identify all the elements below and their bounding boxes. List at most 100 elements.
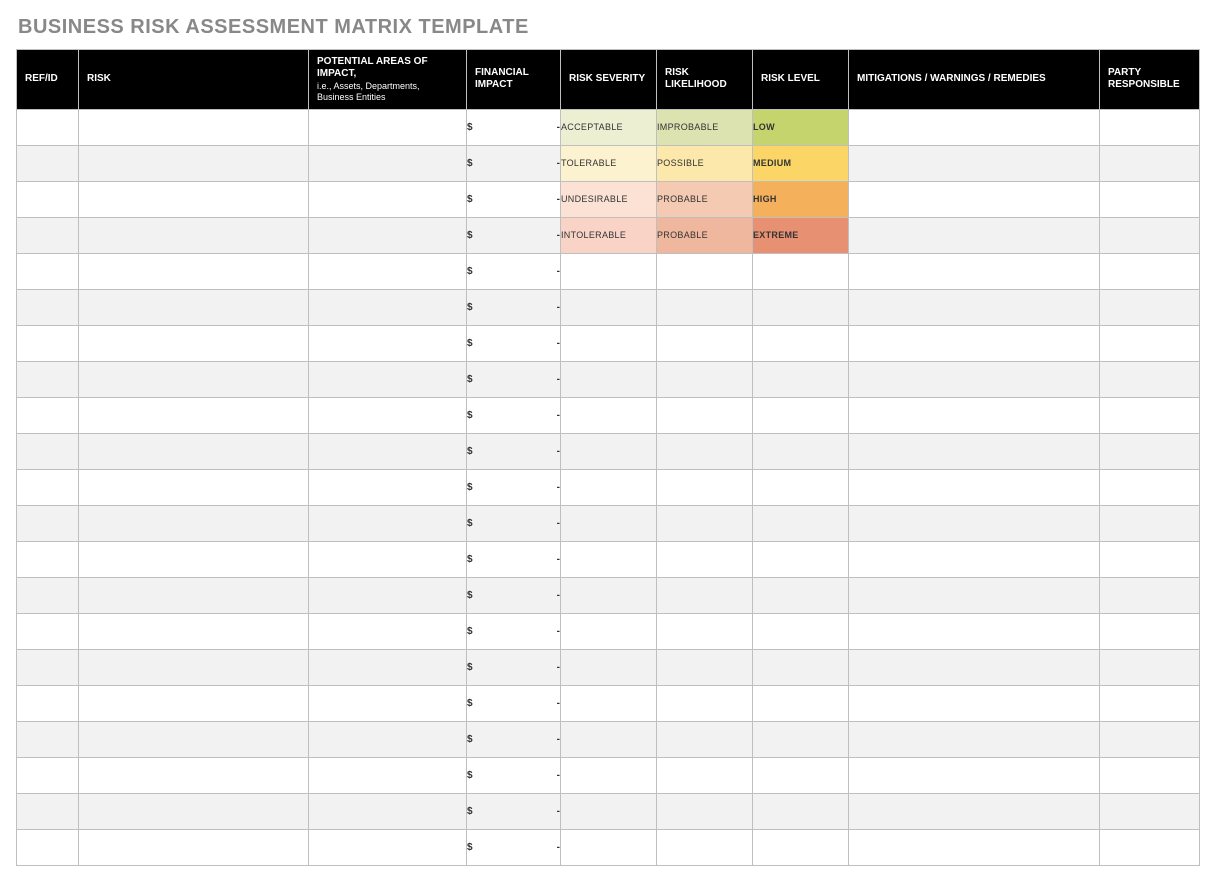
cell-risk[interactable] — [79, 793, 309, 829]
cell-likelihood[interactable]: IMPROBABLE — [657, 109, 753, 145]
cell-financial[interactable]: $- — [467, 325, 561, 361]
cell-party[interactable] — [1100, 433, 1200, 469]
cell-severity[interactable] — [561, 505, 657, 541]
cell-areas[interactable] — [309, 145, 467, 181]
cell-party[interactable] — [1100, 253, 1200, 289]
cell-risk[interactable] — [79, 145, 309, 181]
cell-likelihood[interactable] — [657, 721, 753, 757]
cell-severity[interactable]: TOLERABLE — [561, 145, 657, 181]
cell-level[interactable] — [753, 505, 849, 541]
cell-party[interactable] — [1100, 289, 1200, 325]
cell-party[interactable] — [1100, 505, 1200, 541]
cell-level[interactable] — [753, 757, 849, 793]
cell-severity[interactable] — [561, 253, 657, 289]
cell-level[interactable] — [753, 793, 849, 829]
cell-likelihood[interactable] — [657, 541, 753, 577]
cell-areas[interactable] — [309, 325, 467, 361]
cell-party[interactable] — [1100, 325, 1200, 361]
cell-severity[interactable] — [561, 325, 657, 361]
cell-areas[interactable] — [309, 181, 467, 217]
cell-ref[interactable] — [17, 793, 79, 829]
cell-financial[interactable]: $- — [467, 541, 561, 577]
cell-severity[interactable] — [561, 433, 657, 469]
cell-level[interactable] — [753, 649, 849, 685]
cell-ref[interactable] — [17, 217, 79, 253]
cell-risk[interactable] — [79, 361, 309, 397]
cell-risk[interactable] — [79, 289, 309, 325]
cell-mitigations[interactable] — [849, 505, 1100, 541]
cell-level[interactable] — [753, 361, 849, 397]
cell-financial[interactable]: $- — [467, 793, 561, 829]
cell-level[interactable] — [753, 397, 849, 433]
cell-financial[interactable]: $- — [467, 109, 561, 145]
cell-risk[interactable] — [79, 469, 309, 505]
cell-mitigations[interactable] — [849, 469, 1100, 505]
cell-financial[interactable]: $- — [467, 253, 561, 289]
cell-severity[interactable] — [561, 721, 657, 757]
cell-areas[interactable] — [309, 253, 467, 289]
cell-risk[interactable] — [79, 397, 309, 433]
cell-ref[interactable] — [17, 145, 79, 181]
cell-likelihood[interactable] — [657, 253, 753, 289]
cell-level[interactable]: MEDIUM — [753, 145, 849, 181]
cell-mitigations[interactable] — [849, 433, 1100, 469]
cell-severity[interactable]: INTOLERABLE — [561, 217, 657, 253]
cell-financial[interactable]: $- — [467, 181, 561, 217]
cell-mitigations[interactable] — [849, 541, 1100, 577]
cell-ref[interactable] — [17, 541, 79, 577]
cell-financial[interactable]: $- — [467, 757, 561, 793]
cell-mitigations[interactable] — [849, 829, 1100, 865]
cell-severity[interactable] — [561, 685, 657, 721]
cell-party[interactable] — [1100, 685, 1200, 721]
cell-mitigations[interactable] — [849, 793, 1100, 829]
cell-severity[interactable] — [561, 793, 657, 829]
cell-areas[interactable] — [309, 397, 467, 433]
cell-likelihood[interactable] — [657, 577, 753, 613]
cell-risk[interactable] — [79, 217, 309, 253]
cell-party[interactable] — [1100, 613, 1200, 649]
cell-ref[interactable] — [17, 721, 79, 757]
cell-likelihood[interactable] — [657, 397, 753, 433]
cell-mitigations[interactable] — [849, 217, 1100, 253]
cell-financial[interactable]: $- — [467, 577, 561, 613]
cell-party[interactable] — [1100, 397, 1200, 433]
cell-financial[interactable]: $- — [467, 649, 561, 685]
cell-areas[interactable] — [309, 829, 467, 865]
cell-severity[interactable] — [561, 541, 657, 577]
cell-risk[interactable] — [79, 613, 309, 649]
cell-likelihood[interactable] — [657, 829, 753, 865]
cell-risk[interactable] — [79, 253, 309, 289]
cell-areas[interactable] — [309, 757, 467, 793]
cell-level[interactable] — [753, 541, 849, 577]
cell-likelihood[interactable]: PROBABLE — [657, 217, 753, 253]
cell-ref[interactable] — [17, 577, 79, 613]
cell-ref[interactable] — [17, 253, 79, 289]
cell-party[interactable] — [1100, 361, 1200, 397]
cell-ref[interactable] — [17, 757, 79, 793]
cell-mitigations[interactable] — [849, 289, 1100, 325]
cell-areas[interactable] — [309, 613, 467, 649]
cell-ref[interactable] — [17, 649, 79, 685]
cell-severity[interactable]: UNDESIRABLE — [561, 181, 657, 217]
cell-ref[interactable] — [17, 433, 79, 469]
cell-level[interactable] — [753, 433, 849, 469]
cell-level[interactable] — [753, 577, 849, 613]
cell-risk[interactable] — [79, 505, 309, 541]
cell-party[interactable] — [1100, 145, 1200, 181]
cell-severity[interactable] — [561, 649, 657, 685]
cell-areas[interactable] — [309, 577, 467, 613]
cell-ref[interactable] — [17, 613, 79, 649]
cell-likelihood[interactable] — [657, 469, 753, 505]
cell-severity[interactable]: ACCEPTABLE — [561, 109, 657, 145]
cell-level[interactable] — [753, 469, 849, 505]
cell-ref[interactable] — [17, 829, 79, 865]
cell-financial[interactable]: $- — [467, 217, 561, 253]
cell-financial[interactable]: $- — [467, 685, 561, 721]
cell-areas[interactable] — [309, 793, 467, 829]
cell-risk[interactable] — [79, 829, 309, 865]
cell-party[interactable] — [1100, 109, 1200, 145]
cell-likelihood[interactable] — [657, 757, 753, 793]
cell-risk[interactable] — [79, 721, 309, 757]
cell-areas[interactable] — [309, 217, 467, 253]
cell-risk[interactable] — [79, 649, 309, 685]
